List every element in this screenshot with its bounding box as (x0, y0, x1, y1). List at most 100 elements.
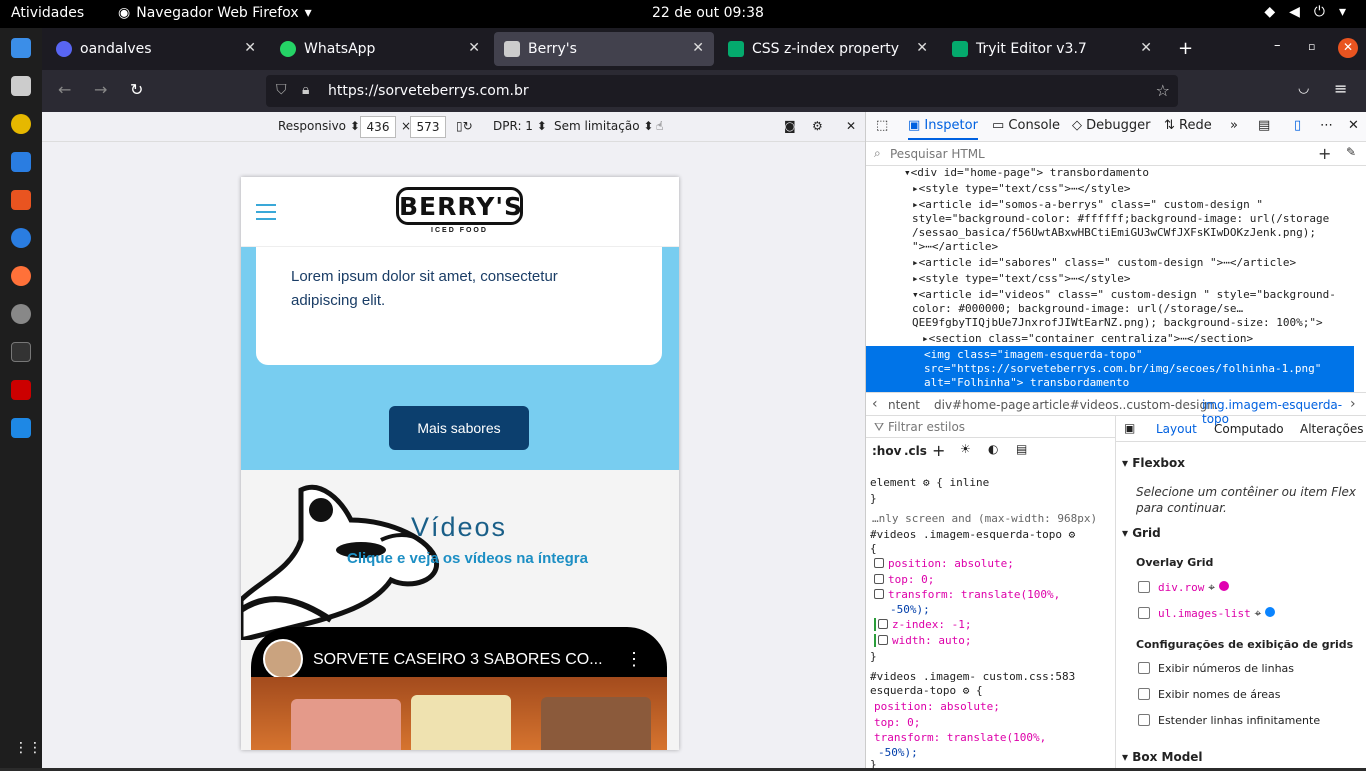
more-flavors-button[interactable]: Mais sabores (389, 406, 529, 450)
grid-color-swatch[interactable] (1265, 607, 1276, 617)
rule-selector[interactable]: #videos .imagem-esquerda-topo ⚙ (870, 528, 1075, 541)
channel-avatar[interactable] (263, 639, 303, 679)
add-node-icon[interactable]: + (1318, 144, 1331, 163)
close-icon[interactable]: ✕ (1348, 118, 1359, 133)
pocket-icon[interactable]: ◡ (1298, 81, 1309, 96)
eyedropper-icon[interactable]: ✎ (1346, 145, 1356, 159)
tree-line-selected[interactable]: src="https://sorveteberrys.com.br/img/se… (924, 362, 1321, 376)
forward-button[interactable]: → (94, 80, 107, 99)
tab-tryit[interactable]: Tryit Editor v3.7 ✕ (942, 32, 1162, 66)
close-icon[interactable]: ✕ (468, 40, 480, 56)
hov-toggle[interactable]: :hov (872, 444, 901, 458)
app-grid-icon[interactable]: ⋮⋮ (14, 740, 42, 756)
declaration-text[interactable]: width: auto; (892, 634, 971, 647)
software-icon[interactable] (11, 190, 31, 210)
close-icon[interactable]: ✕ (916, 40, 928, 56)
tab-computed[interactable]: Computado (1214, 422, 1284, 436)
grid-setting[interactable]: Estender linhas infinitamente (1138, 714, 1320, 727)
grid-color-swatch[interactable] (1218, 581, 1229, 591)
vscode-icon[interactable] (11, 418, 31, 438)
setting-checkbox[interactable] (1138, 662, 1150, 674)
declaration-checkbox[interactable] (874, 574, 884, 584)
declaration[interactable]: transform: translate(100%, (874, 731, 1046, 744)
grid-item[interactable]: ul.images-list ⌖ (1138, 606, 1276, 621)
declaration[interactable]: position: absolute; (874, 557, 1014, 570)
reload-button[interactable]: ↻ (130, 80, 143, 99)
target-icon[interactable]: ⌖ (1208, 580, 1215, 594)
tree-line[interactable]: ▾<article id="videos" class=" custom-des… (912, 288, 1336, 302)
grid-header[interactable]: ▾ Grid (1122, 526, 1161, 540)
flexbox-header[interactable]: ▾ Flexbox (1122, 456, 1185, 470)
tree-line[interactable]: ▸<article id="somos-a-berrys" class=" cu… (912, 198, 1263, 212)
html-search[interactable]: ⌕ Pesquisar HTML + ✎ (866, 142, 1366, 166)
chrome-icon[interactable] (11, 38, 31, 58)
grid-setting[interactable]: Exibir números de linhas (1138, 662, 1294, 675)
tree-line[interactable]: ▸<style type="text/css">⋯</style> (912, 182, 1131, 196)
tab-inspector[interactable]: ▣ Inspetor (908, 118, 978, 140)
more-tabs-icon[interactable]: » (1230, 118, 1238, 133)
target-icon[interactable]: ⌖ (1255, 606, 1262, 620)
tree-line-selected[interactable]: alt="Folhinha"> transbordamento (924, 376, 1129, 390)
maximize-button[interactable]: ▫ (1308, 40, 1315, 53)
filezilla-icon[interactable] (11, 380, 31, 400)
tab-css-zindex[interactable]: CSS z-index property ✕ (718, 32, 938, 66)
print-media-icon[interactable]: ▤ (1016, 442, 1027, 456)
declaration[interactable]: z-index: -1; (874, 618, 971, 631)
cls-toggle[interactable]: .cls (904, 444, 927, 458)
style-filter[interactable]: ⛛ Filtrar estilos (866, 416, 1116, 438)
bookmark-star-icon[interactable]: ☆ (1156, 81, 1170, 100)
files-icon[interactable] (11, 76, 31, 96)
tab-changes[interactable]: Alterações (1300, 422, 1364, 436)
grid-item[interactable]: div.row ⌖ (1138, 580, 1229, 595)
system-tray[interactable]: ◆ ◀ ⏻ ▾ (1264, 4, 1346, 20)
dark-theme-icon[interactable]: ◐ (988, 442, 998, 456)
breadcrumb-item[interactable]: article#videos..custom-design. (1032, 398, 1219, 412)
close-window-button[interactable]: ✕ (1338, 38, 1358, 58)
app-menu[interactable]: ◉ Navegador Web Firefox ▾ (118, 5, 312, 21)
grid-setting[interactable]: Exibir nomes de áreas (1138, 688, 1281, 701)
tab-whatsapp[interactable]: WhatsApp ✕ (270, 32, 490, 66)
viewport-width-input[interactable]: 436 (360, 116, 396, 138)
add-rule-icon[interactable]: + (932, 441, 945, 460)
minimize-button[interactable]: – (1274, 38, 1281, 53)
back-button[interactable]: ← (58, 80, 71, 99)
tree-line[interactable]: style="background-color: #ffffff;backgro… (912, 212, 1329, 226)
touch-icon[interactable]: ☝ (656, 119, 663, 133)
tree-line[interactable]: ">⋯</article> (912, 240, 998, 254)
grid-checkbox[interactable] (1138, 581, 1150, 593)
more-options-icon[interactable]: ⋯ (1320, 118, 1333, 133)
setting-checkbox[interactable] (1138, 714, 1150, 726)
tab-console[interactable]: ▭ Console (992, 118, 1060, 133)
declaration-checkbox[interactable] (874, 589, 884, 599)
firefox-dock-icon[interactable] (11, 266, 31, 286)
new-tab-button[interactable]: + (1178, 38, 1193, 59)
declaration-editing[interactable]: width: auto; (874, 634, 971, 647)
tab-debugger[interactable]: ◇ Debugger (1072, 118, 1151, 133)
light-theme-icon[interactable]: ☀ (960, 442, 971, 456)
tree-line[interactable]: /sessao_basica/f56UwtABxwHBCtiEmiGU3wCWf… (912, 226, 1316, 240)
responsive-mode-icon[interactable]: ▯ (1294, 118, 1301, 133)
tab-network[interactable]: ⇅ Rede (1164, 118, 1212, 133)
close-icon[interactable]: ✕ (244, 40, 256, 56)
rhythmbox-icon[interactable] (11, 114, 31, 134)
tree-line[interactable]: ▸<style type="text/css">⋯</style> (912, 272, 1131, 286)
throttle-select[interactable]: Sem limitação ⬍ (554, 119, 653, 133)
declaration-checkbox[interactable] (878, 635, 888, 645)
screenshot-icon[interactable]: ◙ (784, 119, 796, 133)
more-vertical-icon[interactable]: ⋮ (625, 649, 643, 670)
chevron-left-icon[interactable]: ‹ (872, 396, 878, 412)
rotate-icon[interactable]: ▯↻ (456, 119, 473, 133)
split-console-icon[interactable]: ▤ (1258, 118, 1270, 133)
tree-line[interactable]: color: #000000; background-image: url(/s… (912, 302, 1243, 316)
box-model-header[interactable]: ▾ Box Model (1122, 750, 1203, 764)
hamburger-menu-icon[interactable] (256, 204, 276, 220)
declaration[interactable]: top: 0; (874, 716, 920, 729)
tab-discord[interactable]: oandalves ✕ (46, 32, 266, 66)
element-picker-icon[interactable]: ⬚ (876, 118, 888, 133)
declaration[interactable]: transform: translate(100%, (874, 588, 1060, 601)
tree-line[interactable]: ▾<div id="home-page"> transbordamento (904, 166, 1149, 180)
video-thumbnail[interactable] (251, 677, 667, 750)
dpr-select[interactable]: DPR: 1 ⬍ (493, 119, 547, 133)
site-page[interactable]: BERRY'S ICED FOOD Brownie ice cake Lorem… (241, 177, 679, 750)
writer-icon[interactable] (11, 152, 31, 172)
